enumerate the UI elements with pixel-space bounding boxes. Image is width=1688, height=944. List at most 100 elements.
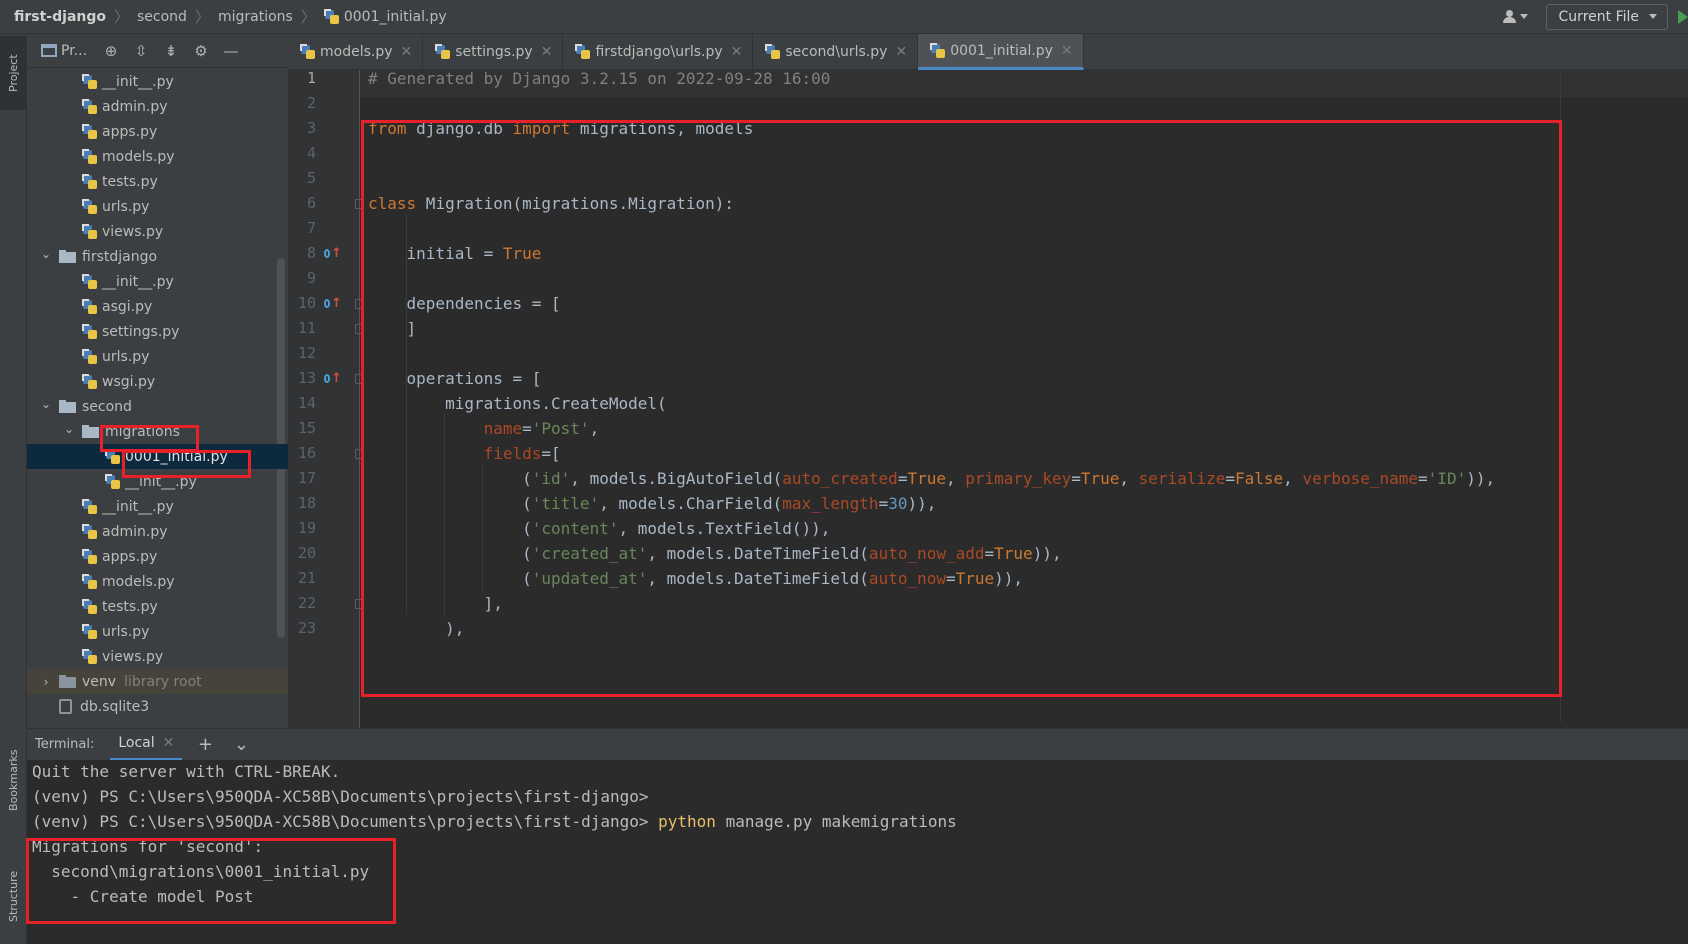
tree-item[interactable]: __init__.py [27, 494, 288, 519]
python-file-icon [82, 148, 98, 165]
close-icon[interactable]: ✕ [1061, 43, 1073, 59]
python-file-icon [82, 223, 98, 240]
tree-item-label: asgi.py [102, 298, 153, 315]
tree-item[interactable]: wsgi.py [27, 369, 288, 394]
editor-tab[interactable]: second\urls.py ✕ [753, 34, 919, 70]
structure-tool-tab[interactable]: Structure [0, 854, 27, 938]
python-file-icon [82, 323, 98, 340]
python-file-icon [300, 44, 316, 60]
line-number: 20 [297, 544, 316, 562]
tree-item[interactable]: models.py [27, 569, 288, 594]
python-file-icon [82, 123, 98, 140]
tree-item[interactable]: __init__.py [27, 269, 288, 294]
chevron-down-icon[interactable]: ⌄ [62, 422, 76, 436]
close-icon[interactable]: ✕ [895, 44, 907, 60]
chevron-down-icon[interactable]: ⌄ [228, 732, 254, 758]
tree-item[interactable]: views.py [27, 644, 288, 669]
tree-item[interactable]: admin.py [27, 94, 288, 119]
tree-item[interactable]: urls.py [27, 619, 288, 644]
editor-tab-label: models.py [320, 44, 393, 60]
tree-item[interactable]: settings.py [27, 319, 288, 344]
line-number: 22 [297, 594, 316, 612]
breadcrumb-project[interactable]: first-django [14, 9, 106, 25]
run-configuration-select[interactable]: Current File [1545, 3, 1668, 30]
close-icon[interactable]: ✕ [541, 44, 553, 60]
project-tree: __init__.py admin.py apps.py models.py tests… [27, 68, 288, 728]
tree-item[interactable]: db.sqlite3 [27, 694, 288, 719]
user-icon [1503, 10, 1517, 23]
tree-item[interactable]: admin.py [27, 519, 288, 544]
python-file-icon [323, 8, 340, 25]
tree-item-note: library root [124, 673, 202, 690]
database-file-icon [59, 699, 72, 714]
tree-item[interactable]: models.py [27, 144, 288, 169]
python-file-icon [82, 98, 98, 115]
bookmarks-tool-tab[interactable]: Bookmarks [0, 734, 27, 826]
line-number: 11 [297, 319, 316, 337]
override-marker-icon[interactable]: ↑ [324, 365, 342, 392]
editor-tabs: models.py ✕ settings.py ✕ firstdjango\urls.p… [288, 34, 1688, 70]
tree-item-label: urls.py [102, 623, 150, 640]
python-file-icon [82, 573, 98, 590]
expand-all-icon[interactable]: ⇳ [129, 39, 153, 63]
project-panel-title[interactable]: Pr... [61, 43, 87, 59]
gear-icon[interactable]: ⚙ [189, 39, 213, 63]
chevron-right-icon[interactable]: › [39, 675, 53, 689]
run-configuration-label: Current File [1558, 8, 1639, 25]
line-number: 13 [297, 369, 316, 387]
override-marker-icon[interactable]: ↑ [324, 240, 342, 267]
tree-item[interactable]: ⌄ firstdjango [27, 244, 288, 269]
annotation-box-code [361, 120, 1562, 697]
plus-icon[interactable]: + [192, 732, 218, 758]
user-menu-button[interactable] [1498, 5, 1534, 29]
folder-icon [82, 425, 99, 438]
run-icon[interactable] [1678, 10, 1688, 24]
override-marker-icon[interactable]: ↑ [324, 290, 342, 317]
line-number: 23 [297, 619, 316, 637]
terminal-line: (venv) PS C:\Users\950QDA-XC58B\Document… [32, 808, 957, 835]
tree-item[interactable]: asgi.py [27, 294, 288, 319]
python-file-icon [82, 498, 98, 515]
chevron-down-icon[interactable]: ⌄ [39, 397, 53, 411]
tree-item[interactable]: urls.py [27, 344, 288, 369]
line-number: 7 [306, 219, 316, 237]
tree-item-label: db.sqlite3 [80, 698, 150, 715]
terminal-prompt: (venv) PS C:\Users\950QDA-XC58B\Document… [32, 812, 659, 831]
annotation-box-migrations-folder [100, 425, 199, 452]
breadcrumb-migrations[interactable]: migrations [218, 9, 293, 25]
close-icon[interactable]: ✕ [401, 44, 413, 60]
close-icon[interactable]: ✕ [163, 735, 175, 751]
folder-icon [59, 400, 76, 413]
tree-item[interactable]: › venv library root [27, 669, 288, 694]
tree-item[interactable]: __init__.py [27, 69, 288, 94]
tree-item-label: __init__.py [102, 273, 174, 290]
editor-tab-label: firstdjango\urls.py [595, 44, 723, 60]
editor-tab[interactable]: firstdjango\urls.py ✕ [563, 34, 754, 70]
line-number: 5 [306, 169, 316, 187]
tree-item[interactable]: views.py [27, 219, 288, 244]
tree-item[interactable]: urls.py [27, 194, 288, 219]
crosshair-icon[interactable]: ⊕ [99, 39, 123, 63]
collapse-all-icon[interactable]: ⇟ [159, 39, 183, 63]
line-number: 1 [306, 70, 316, 87]
tree-item[interactable]: tests.py [27, 594, 288, 619]
terminal-tab-local[interactable]: Local ✕ [110, 729, 183, 761]
tree-item[interactable]: apps.py [27, 544, 288, 569]
close-icon[interactable]: ✕ [731, 44, 743, 60]
terminal-line: Quit the server with CTRL-BREAK. [32, 762, 341, 781]
tree-item[interactable]: tests.py [27, 169, 288, 194]
breadcrumb: first-django 〉 second 〉 migrations 〉 000… [0, 6, 447, 27]
minimize-icon[interactable]: — [219, 39, 243, 63]
tree-item[interactable]: apps.py [27, 119, 288, 144]
editor-tab[interactable]: 0001_initial.py ✕ [918, 34, 1084, 70]
editor-tab[interactable]: settings.py ✕ [423, 34, 564, 70]
editor-tab[interactable]: models.py ✕ [288, 34, 424, 70]
breadcrumb-file[interactable]: 0001_initial.py [344, 9, 447, 25]
tree-item[interactable]: ⌄ second [27, 394, 288, 419]
terminal-header: Terminal: Local ✕ + ⌄ [27, 728, 1688, 761]
chevron-down-icon[interactable]: ⌄ [39, 247, 53, 261]
breadcrumb-second[interactable]: second [137, 9, 187, 25]
project-tool-tab[interactable]: Project [0, 36, 27, 110]
project-panel: Pr... ⊕ ⇳ ⇟ ⚙ — __init__.py admin.py apps.… [27, 34, 288, 728]
python-file-icon [82, 373, 98, 390]
